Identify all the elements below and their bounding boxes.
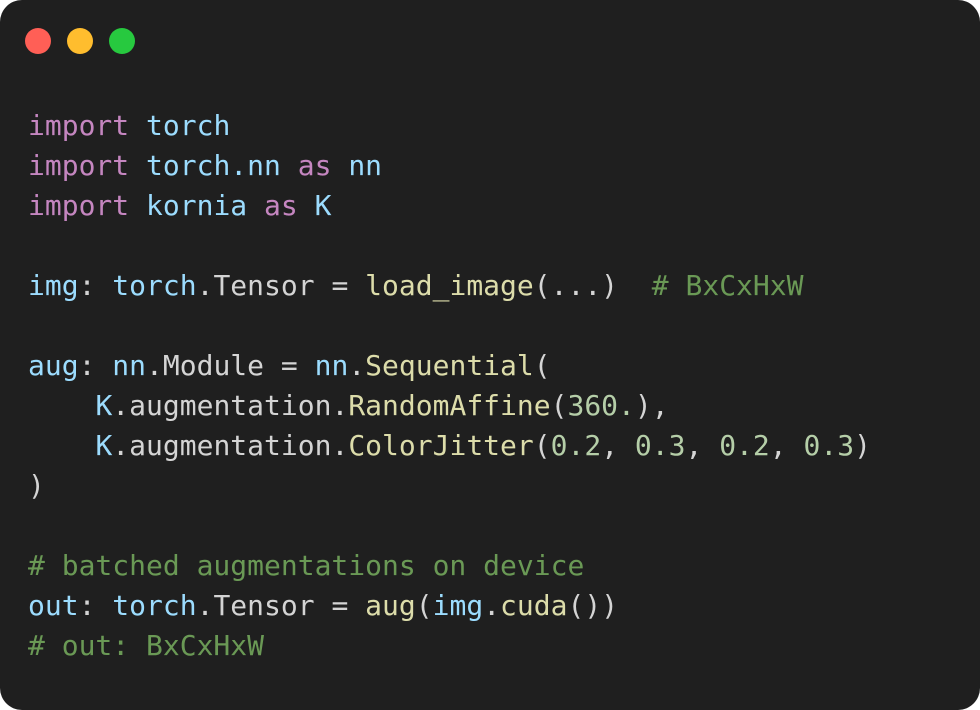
code-token: as <box>264 189 298 222</box>
code-token: import <box>28 109 130 142</box>
code-line: # batched augmentations on device <box>28 546 871 586</box>
traffic-lights <box>25 28 135 54</box>
code-token: , <box>769 429 804 462</box>
code-token: ( <box>533 429 551 462</box>
code-token: . <box>348 349 366 382</box>
code-token: : <box>78 269 113 302</box>
code-token: import <box>28 189 130 222</box>
code-line: K.augmentation.RandomAffine(360.), <box>28 386 871 426</box>
code-token: torch <box>146 109 231 142</box>
code-token: 0.2 <box>550 429 602 462</box>
code-token: nn <box>314 349 349 382</box>
code-token: ( <box>550 389 568 422</box>
code-token: torch.nn <box>146 149 281 182</box>
code-token: : <box>78 349 113 382</box>
code-token: (...) <box>533 269 652 302</box>
code-token: : <box>78 589 113 622</box>
code-token: # batched augmentations on device <box>28 549 585 582</box>
code-token: ), <box>634 389 669 422</box>
code-token: RandomAffine <box>348 389 551 422</box>
code-line: # out: BxCxHxW <box>28 626 871 666</box>
code-token: aug <box>365 589 416 622</box>
code-token: aug <box>28 349 79 382</box>
code-token: torch <box>112 589 197 622</box>
code-token: K <box>95 389 113 422</box>
code-token: ()) <box>567 589 619 622</box>
code-token: # out: BxCxHxW <box>28 629 265 662</box>
code-token: kornia <box>146 189 248 222</box>
code-token: import <box>28 149 130 182</box>
code-line: import torch <box>28 106 871 146</box>
code-token: .Tensor = <box>196 269 366 302</box>
code-token: ( <box>533 349 551 382</box>
code-token: nn <box>112 349 147 382</box>
code-token: 0.2 <box>719 429 770 462</box>
code-line: import torch.nn as nn <box>28 146 871 186</box>
close-button[interactable] <box>25 28 51 54</box>
code-token: out <box>28 589 79 622</box>
code-token: torch <box>112 269 197 302</box>
code-token: 0.3 <box>634 429 686 462</box>
code-line: ) <box>28 466 871 506</box>
code-token: ( <box>415 589 433 622</box>
code-token: ColorJitter <box>348 429 534 462</box>
code-token: ) <box>854 429 871 462</box>
code-window: import torch import torch.nn as nn import … <box>0 0 980 710</box>
code-token: load_image <box>365 269 534 302</box>
code-token: K <box>95 429 113 462</box>
code-token: 0.3 <box>803 429 855 462</box>
code-token: # BxCxHxW <box>651 269 804 302</box>
code-token: as <box>297 149 332 182</box>
code-token: img <box>432 589 484 622</box>
code-token: Sequential <box>365 349 534 382</box>
code-token: . <box>483 589 501 622</box>
code-token: ) <box>28 469 45 502</box>
code-token: .augmentation. <box>112 429 349 462</box>
minimize-button[interactable] <box>67 28 93 54</box>
code-token: K <box>314 189 332 222</box>
code-token: nn <box>348 149 383 182</box>
code-line: K.augmentation.ColorJitter(0.2, 0.3, 0.2… <box>28 426 871 466</box>
code-token: img <box>28 269 79 302</box>
code-token: cuda <box>500 589 568 622</box>
code-token: .Tensor = <box>196 589 366 622</box>
code-token: 360. <box>567 389 635 422</box>
maximize-button[interactable] <box>109 28 135 54</box>
code-token: , <box>601 429 635 462</box>
code-token: , <box>685 429 720 462</box>
code-line: import kornia as K <box>28 186 871 226</box>
code-line: img: torch.Tensor = load_image(...) # Bx… <box>28 266 871 306</box>
code-token: .augmentation. <box>112 389 349 422</box>
code-token: .Module = <box>146 349 315 382</box>
code-block: import torch import torch.nn as nn import … <box>28 106 871 666</box>
code-line: out: torch.Tensor = aug(img.cuda()) <box>28 586 871 626</box>
code-line: aug: nn.Module = nn.Sequential( <box>28 346 871 386</box>
